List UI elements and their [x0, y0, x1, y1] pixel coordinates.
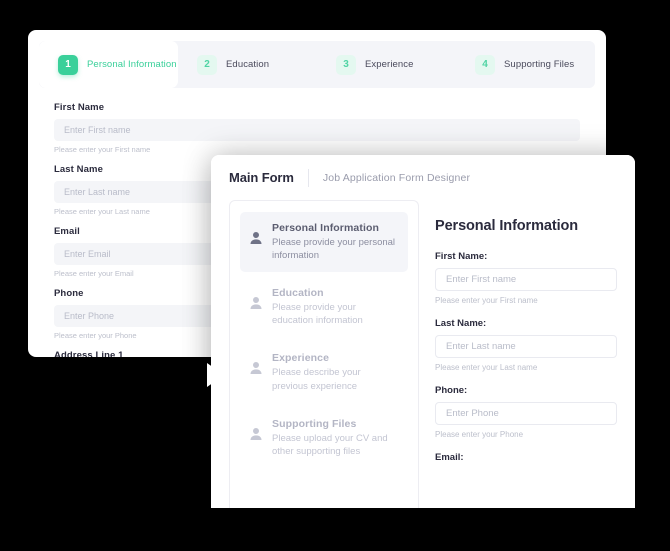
phone-input[interactable]: Enter Phone	[435, 402, 617, 425]
designer-body: Personal Information Please provide your…	[211, 200, 635, 508]
person-icon	[250, 297, 262, 310]
form-designer-window: Main Form Job Application Form Designer …	[211, 155, 635, 508]
wizard-step-3[interactable]: 3 Experience	[317, 41, 456, 88]
form-heading: Personal Information	[435, 218, 579, 234]
step-number-badge: 1	[58, 54, 78, 75]
nav-item-experience[interactable]: Experience Please describe your previous…	[240, 342, 408, 402]
play-triangle-icon	[207, 363, 224, 387]
nav-item-text: Personal Information Please provide your…	[272, 222, 399, 262]
form-field-first-name: First Name: Enter First name Please ente…	[435, 251, 617, 305]
field-label: Phone:	[435, 385, 468, 396]
nav-item-description: Please describe your previous experience	[272, 367, 361, 392]
step-number-badge: 2	[197, 54, 217, 75]
nav-item-description: Please provide your education informatio…	[272, 302, 363, 327]
form-field-last-name: Last Name: Enter Last name Please enter …	[435, 318, 617, 372]
field-first-name: First Name Enter First name Please enter…	[54, 102, 580, 154]
field-help: Please enter your First name	[54, 145, 151, 154]
nav-item-text: Supporting Files Please upload your CV a…	[272, 418, 399, 458]
nav-item-title: Experience	[272, 352, 330, 365]
step-number-badge: 4	[475, 54, 495, 75]
personal-information-form: Personal Information First Name: Enter F…	[435, 200, 617, 508]
nav-item-description: Please provide your personal information	[272, 237, 396, 262]
designer-header: Main Form Job Application Form Designer	[211, 155, 635, 200]
field-help: Please enter your First name	[435, 296, 538, 305]
form-field-email: Email:	[435, 452, 617, 463]
nav-item-text: Experience Please describe your previous…	[272, 352, 399, 392]
nav-item-title: Personal Information	[272, 222, 380, 234]
person-icon	[250, 427, 262, 440]
field-label: Email:	[435, 452, 464, 463]
step-label: Supporting Files	[504, 59, 575, 70]
step-label: Experience	[365, 59, 414, 70]
person-icon	[250, 232, 262, 244]
wizard-step-1[interactable]: 1 Personal Information	[39, 41, 178, 88]
wizard-step-4[interactable]: 4 Supporting Files	[456, 41, 595, 88]
field-help: Please enter your Phone	[435, 430, 524, 439]
step-label: Personal Information	[87, 59, 177, 70]
section-nav-list: Personal Information Please provide your…	[229, 200, 419, 508]
first-name-input[interactable]: Enter First name	[435, 268, 617, 291]
page-title: Main Form	[229, 170, 294, 185]
wizard-stepper: 1 Personal Information 2 Education 3 Exp…	[39, 41, 595, 88]
last-name-input[interactable]: Enter Last name	[435, 335, 617, 358]
wizard-step-2[interactable]: 2 Education	[178, 41, 317, 88]
nav-item-title: Supporting Files	[272, 417, 357, 430]
field-label: Last Name:	[435, 318, 487, 329]
person-icon	[250, 362, 262, 375]
step-label: Education	[226, 59, 270, 70]
field-help: Please enter your Last name	[435, 363, 538, 372]
nav-item-description: Please upload your CV and other supporti…	[272, 432, 388, 457]
form-field-phone: Phone: Enter Phone Please enter your Pho…	[435, 385, 617, 439]
first-name-input[interactable]: Enter First name	[54, 119, 580, 141]
field-label: First Name	[54, 102, 105, 113]
nav-item-personal-information[interactable]: Personal Information Please provide your…	[240, 212, 408, 273]
nav-item-education[interactable]: Education Please provide your education …	[240, 277, 408, 337]
step-number-badge: 3	[336, 54, 356, 75]
nav-item-supporting-files[interactable]: Supporting Files Please upload your CV a…	[240, 408, 408, 468]
designer-subtitle: Job Application Form Designer	[322, 171, 471, 184]
header-divider	[307, 168, 309, 187]
nav-item-title: Education	[272, 287, 324, 300]
field-label: First Name:	[435, 251, 488, 262]
nav-item-text: Education Please provide your education …	[272, 287, 399, 327]
